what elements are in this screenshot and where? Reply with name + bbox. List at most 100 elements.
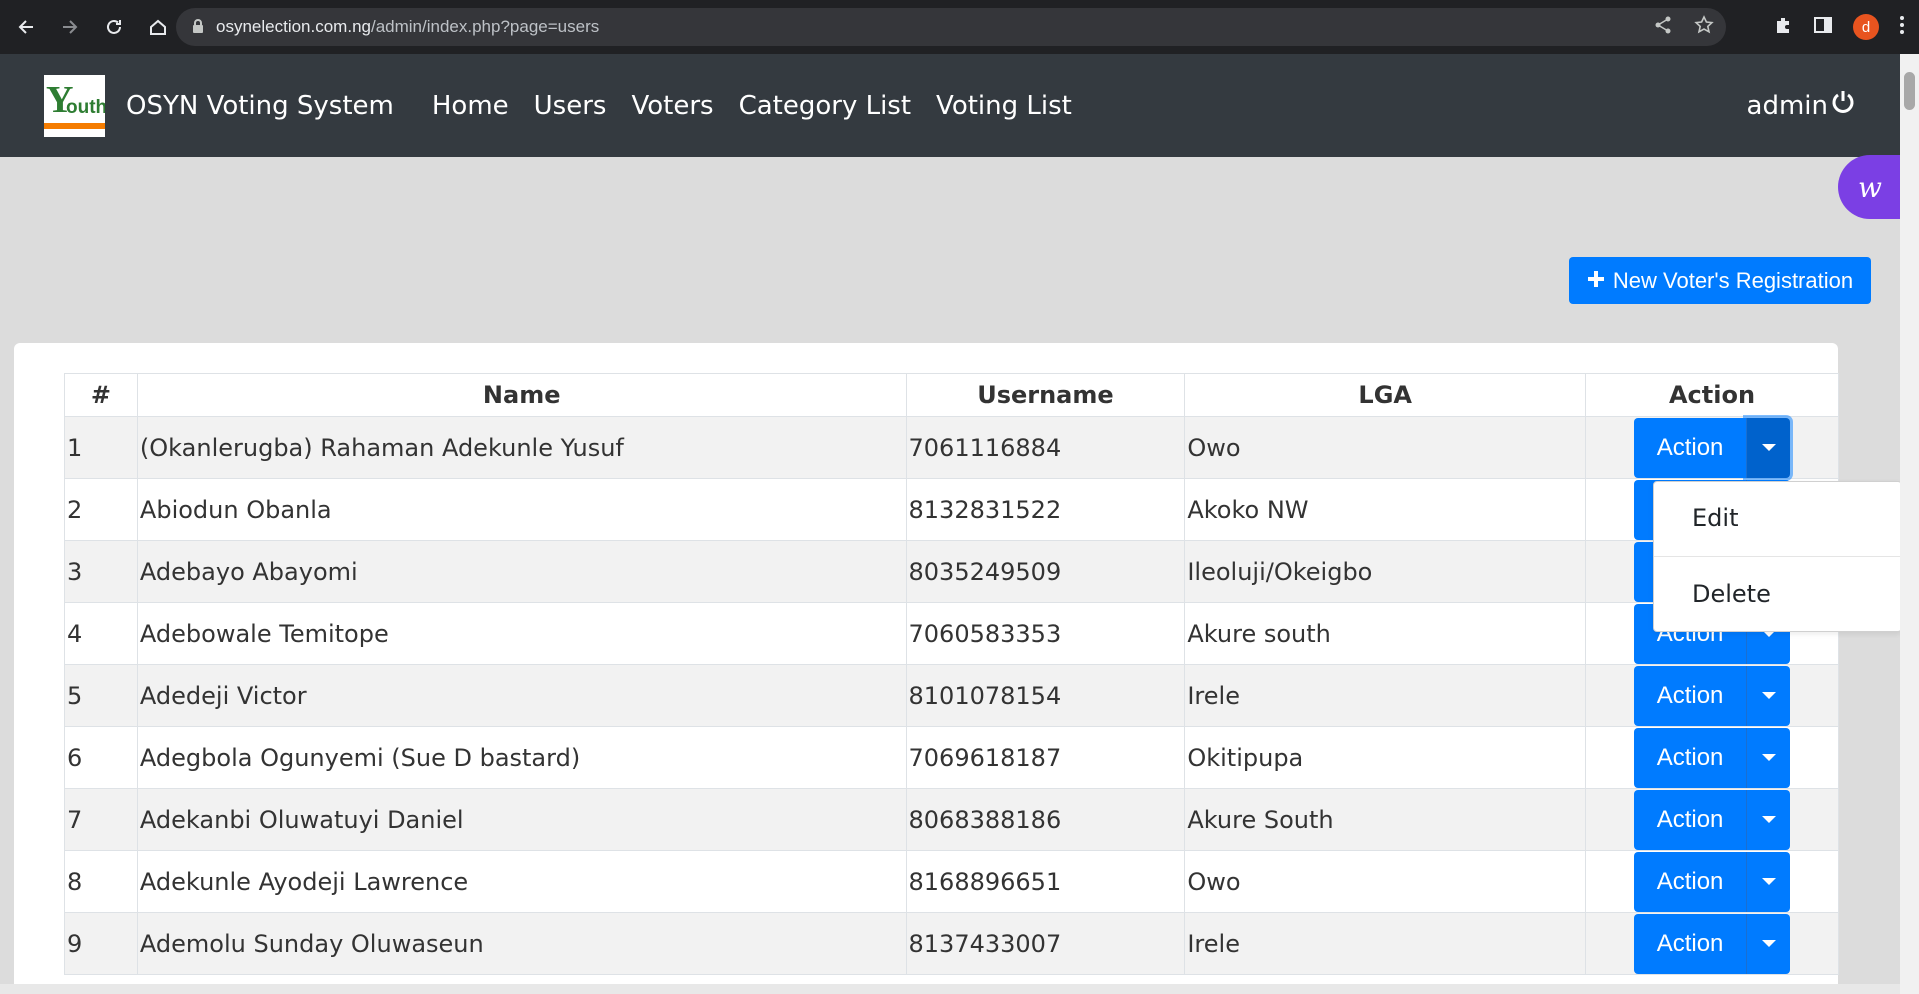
- cell-num: 2: [64, 478, 138, 541]
- plus-icon: [1587, 268, 1605, 294]
- table-row: 8 Adekunle Ayodeji Lawrence 8168896651 Owo A…: [64, 850, 1839, 913]
- cell-lga: Irele: [1184, 664, 1587, 727]
- url-text: osynelection.com.ng/admin/index.php?page…: [216, 17, 600, 36]
- new-voter-registration-label: New Voter's Registration: [1612, 267, 1854, 293]
- dropdown-delete[interactable]: Delete: [1692, 580, 1771, 608]
- action-button-group: Action: [1634, 851, 1791, 912]
- cell-action: Action: [1585, 726, 1839, 789]
- admin-label: admin: [1746, 90, 1828, 121]
- nav-users[interactable]: Users: [534, 91, 607, 121]
- table-row: 5 Adedeji Victor 8101078154 Irele Action: [64, 664, 1839, 727]
- cell-username: 8132831522: [905, 478, 1186, 541]
- cell-num: 3: [64, 540, 138, 603]
- cell-lga: Okitipupa: [1184, 726, 1587, 789]
- reload-icon[interactable]: [96, 9, 132, 45]
- nav-category-list[interactable]: Category List: [739, 91, 911, 121]
- cell-lga: Irele: [1184, 912, 1587, 975]
- action-button[interactable]: Action: [1634, 789, 1747, 850]
- cell-username: 8101078154: [905, 664, 1186, 727]
- back-icon[interactable]: [8, 9, 44, 45]
- action-dropdown-toggle[interactable]: [1746, 913, 1791, 974]
- caret-down-icon: [1761, 754, 1776, 761]
- action-dropdown-toggle[interactable]: [1746, 851, 1791, 912]
- share-icon[interactable]: [1654, 16, 1672, 38]
- brand-title[interactable]: OSYN Voting System: [126, 91, 394, 121]
- app-navbar: Youth OSYN Voting System Home Users Vote…: [0, 54, 1900, 157]
- address-bar[interactable]: osynelection.com.ng/admin/index.php?page…: [176, 8, 1726, 46]
- cell-lga: Owo: [1184, 850, 1587, 913]
- cell-name: Adebayo Abayomi: [136, 540, 907, 603]
- cell-lga: Ileoluji/Okeigbo: [1184, 540, 1587, 603]
- nav-voters[interactable]: Voters: [631, 91, 713, 121]
- table-row: 2Abiodun Obanla8132831522Akoko NWAction: [64, 478, 1839, 541]
- action-button-group: Action: [1634, 789, 1791, 850]
- action-dropdown-toggle[interactable]: [1746, 789, 1791, 850]
- table-body: 1 (Okanlerugba) Rahaman Adekunle Yusuf 706…: [64, 416, 1839, 975]
- cell-username: 7069618187: [905, 726, 1186, 789]
- table-row: 1 (Okanlerugba) Rahaman Adekunle Yusuf 706…: [64, 416, 1839, 479]
- horizontal-scrollbar[interactable]: [0, 984, 1900, 994]
- action-dropdown-toggle[interactable]: [1746, 417, 1791, 478]
- cell-name: Adekanbi Oluwatuyi Daniel: [136, 788, 907, 851]
- cell-name: Adebowale Temitope: [136, 602, 907, 665]
- action-button[interactable]: Action: [1634, 913, 1747, 974]
- action-button[interactable]: Action: [1634, 417, 1747, 478]
- cell-username: 8068388186: [905, 788, 1186, 851]
- main-menu: Home Users Voters Category List Voting L…: [432, 91, 1072, 121]
- cell-name: Adegbola Ogunyemi (Sue D bastard): [136, 726, 907, 789]
- action-button[interactable]: Action: [1634, 727, 1747, 788]
- table-row: 6 Adegbola Ogunyemi (Sue D bastard) 706961…: [64, 726, 1839, 789]
- cell-num: 4: [64, 602, 138, 665]
- nav-voting-list[interactable]: Voting List: [936, 91, 1072, 121]
- power-icon[interactable]: [1830, 89, 1856, 122]
- action-dropdown-toggle[interactable]: [1746, 727, 1791, 788]
- cell-username: 7061116884: [905, 416, 1186, 479]
- cell-action: Action: [1585, 912, 1839, 975]
- table-row: 4 Adebowale Temitope 7060583353 Akure south…: [64, 602, 1839, 665]
- action-button-group: Action: [1634, 913, 1791, 974]
- menu-kebab-icon[interactable]: [1899, 15, 1905, 39]
- vertical-scrollbar[interactable]: [1900, 54, 1919, 994]
- header-lga[interactable]: LGA: [1184, 373, 1587, 417]
- caret-down-icon: [1761, 816, 1776, 823]
- cell-name: Adedeji Victor: [136, 664, 907, 727]
- logo[interactable]: Youth: [44, 74, 105, 137]
- cell-name: Adekunle Ayodeji Lawrence: [136, 850, 907, 913]
- header-name[interactable]: Name: [136, 373, 907, 417]
- cell-num: 7: [64, 788, 138, 851]
- caret-down-icon: [1761, 692, 1776, 699]
- cell-username: 8035249509: [905, 540, 1186, 603]
- sidebar-icon[interactable]: [1813, 15, 1833, 39]
- new-voter-registration-button[interactable]: New Voter's Registration: [1569, 257, 1871, 304]
- lock-icon: [192, 18, 204, 37]
- profile-avatar[interactable]: d: [1853, 14, 1879, 40]
- cell-name: Abiodun Obanla: [136, 478, 907, 541]
- scrollbar-thumb[interactable]: [1904, 72, 1915, 110]
- header-num[interactable]: #: [64, 373, 138, 417]
- action-button-group: Action: [1634, 727, 1791, 788]
- dropdown-divider: [1654, 556, 1901, 557]
- cell-num: 5: [64, 664, 138, 727]
- header-action: Action: [1585, 373, 1839, 417]
- cell-lga: Akure South: [1184, 788, 1587, 851]
- browser-toolbar: osynelection.com.ng/admin/index.php?page…: [0, 0, 1919, 54]
- action-dropdown-toggle[interactable]: [1746, 665, 1791, 726]
- users-table: # Name Username LGA Action 1 (Okanlerugba…: [64, 373, 1839, 975]
- nav-home[interactable]: Home: [432, 91, 509, 121]
- admin-user[interactable]: admin: [1747, 89, 1856, 122]
- bookmark-star-icon[interactable]: [1694, 15, 1714, 39]
- dropdown-edit[interactable]: Edit: [1692, 504, 1738, 532]
- cell-username: 8168896651: [905, 850, 1186, 913]
- extensions-icon[interactable]: [1773, 15, 1793, 39]
- assistant-widget-icon[interactable]: w: [1838, 155, 1902, 219]
- cell-username: 7060583353: [905, 602, 1186, 665]
- action-button[interactable]: Action: [1634, 851, 1747, 912]
- home-icon[interactable]: [140, 9, 176, 45]
- cell-action: Action: [1585, 788, 1839, 851]
- action-button[interactable]: Action: [1634, 665, 1747, 726]
- forward-icon[interactable]: [52, 9, 88, 45]
- cell-action: Action: [1585, 850, 1839, 913]
- table-row: 9 Ademolu Sunday Oluwaseun 8137433007 Irele…: [64, 912, 1839, 975]
- header-username[interactable]: Username: [905, 373, 1186, 417]
- table-row: 7 Adekanbi Oluwatuyi Daniel 8068388186 Akur…: [64, 788, 1839, 851]
